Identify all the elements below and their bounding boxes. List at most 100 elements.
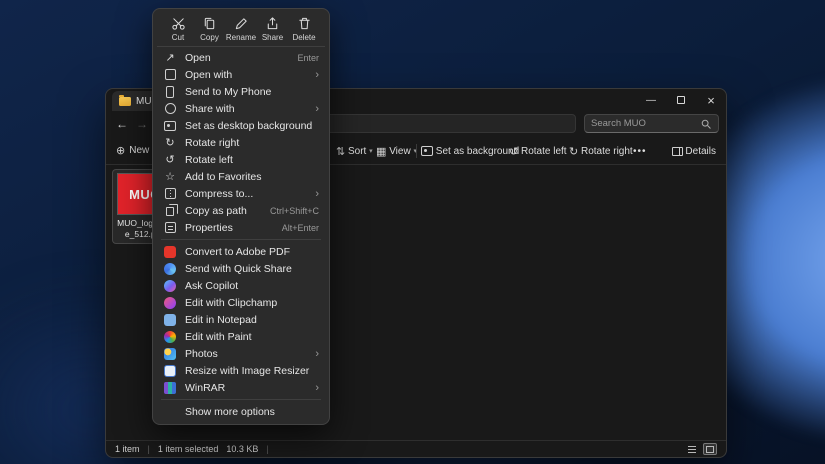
menu-item-copy-as-path[interactable]: Copy as path Ctrl+Shift+C bbox=[157, 202, 325, 219]
rotate-right-icon: ↻ bbox=[569, 145, 578, 158]
menu-item-show-more-options[interactable]: Show more options bbox=[157, 403, 325, 420]
menu-item-rotate-left[interactable]: ↺ Rotate left bbox=[157, 151, 325, 168]
menu-item-convert-to-adobe-pdf[interactable]: Convert to Adobe PDF bbox=[157, 243, 325, 260]
properties-icon bbox=[163, 221, 177, 235]
search-box[interactable]: Search MUO bbox=[584, 114, 719, 133]
toolbar-divider bbox=[412, 137, 421, 165]
details-pane-icon bbox=[672, 147, 683, 156]
status-divider: | bbox=[148, 444, 150, 454]
open-icon: ↗ bbox=[163, 51, 177, 65]
cut-icon bbox=[171, 16, 186, 31]
sort-button[interactable]: ⇅ Sort ▾ bbox=[336, 137, 373, 165]
rotate-left-button[interactable]: ↺ Rotate left bbox=[509, 137, 567, 165]
view-icon: ▦ bbox=[376, 145, 386, 158]
menu-separator bbox=[161, 399, 321, 400]
menu-item-photos[interactable]: Photos › bbox=[157, 345, 325, 362]
thumbnail-view-toggle[interactable] bbox=[703, 443, 717, 455]
sort-icon: ⇅ bbox=[336, 145, 345, 158]
phone-icon bbox=[163, 85, 177, 99]
delete-label: Delete bbox=[292, 33, 315, 42]
menu-item-edit-with-paint[interactable]: Edit with Paint bbox=[157, 328, 325, 345]
rotate-right-icon: ↻ bbox=[163, 136, 177, 150]
search-icon bbox=[700, 118, 712, 130]
adobe-pdf-icon bbox=[163, 245, 177, 259]
copy-icon bbox=[202, 16, 217, 31]
menu-item-rotate-right[interactable]: ↻ Rotate right bbox=[157, 134, 325, 151]
maximize-button[interactable] bbox=[666, 89, 696, 111]
rename-button[interactable]: Rename bbox=[226, 16, 256, 42]
rotate-left-label: Rotate left bbox=[521, 146, 567, 157]
desktop: MUO — × ← → Search MUO ⊕ New ▾ bbox=[0, 0, 825, 464]
rename-label: Rename bbox=[226, 33, 256, 42]
more-options-button[interactable]: ••• bbox=[633, 137, 647, 165]
details-view-toggle[interactable] bbox=[685, 443, 699, 455]
forward-button[interactable]: → bbox=[132, 117, 152, 131]
details-pane-button[interactable]: Details bbox=[672, 137, 716, 165]
share-with-icon bbox=[163, 102, 177, 116]
back-button[interactable]: ← bbox=[112, 117, 132, 131]
menu-item-properties[interactable]: Properties Alt+Enter bbox=[157, 219, 325, 236]
menu-item-send-with-quick-share[interactable]: Send with Quick Share bbox=[157, 260, 325, 277]
zip-icon bbox=[163, 187, 177, 201]
wallpaper-icon bbox=[163, 119, 177, 133]
status-bar: 1 item | 1 item selected 10.3 KB | bbox=[106, 440, 726, 457]
new-label: New bbox=[129, 145, 149, 156]
rotate-right-button[interactable]: ↻ Rotate right bbox=[569, 137, 633, 165]
window-controls: — × bbox=[636, 89, 726, 111]
minimize-button[interactable]: — bbox=[636, 89, 666, 111]
copy-label: Copy bbox=[200, 33, 219, 42]
maximize-icon bbox=[677, 96, 685, 104]
menu-item-share-with[interactable]: Share with › bbox=[157, 100, 325, 117]
image-resizer-icon bbox=[163, 364, 177, 378]
details-label: Details bbox=[685, 146, 716, 157]
menu-item-compress-to[interactable]: Compress to... › bbox=[157, 185, 325, 202]
copilot-icon bbox=[163, 279, 177, 293]
shortcut-hint: Enter bbox=[297, 53, 319, 63]
rotate-left-icon: ↺ bbox=[163, 153, 177, 167]
menu-item-edit-with-clipchamp[interactable]: Edit with Clipchamp bbox=[157, 294, 325, 311]
cut-label: Cut bbox=[172, 33, 184, 42]
view-toggles bbox=[685, 443, 717, 455]
delete-button[interactable]: Delete bbox=[289, 16, 319, 42]
view-button[interactable]: ▦ View ▾ bbox=[376, 137, 417, 165]
menu-item-edit-in-notepad[interactable]: Edit in Notepad bbox=[157, 311, 325, 328]
menu-item-ask-copilot[interactable]: Ask Copilot bbox=[157, 277, 325, 294]
rename-icon bbox=[234, 16, 249, 31]
status-divider: | bbox=[266, 444, 268, 454]
chevron-down-icon: ▾ bbox=[369, 147, 373, 155]
photos-icon bbox=[163, 347, 177, 361]
cut-button[interactable]: Cut bbox=[163, 16, 193, 42]
menu-item-open-with[interactable]: Open with › bbox=[157, 66, 325, 83]
close-button[interactable]: × bbox=[696, 89, 726, 111]
menu-item-winrar[interactable]: WinRAR › bbox=[157, 379, 325, 396]
quick-actions-row: Cut Copy Rename Share bbox=[157, 13, 325, 47]
delete-icon bbox=[297, 16, 312, 31]
share-label: Share bbox=[262, 33, 283, 42]
menu-item-resize-with-image-resizer[interactable]: Resize with Image Resizer bbox=[157, 362, 325, 379]
open-with-icon bbox=[163, 68, 177, 82]
menu-separator bbox=[161, 239, 321, 240]
menu-item-add-to-favorites[interactable]: ☆ Add to Favorites bbox=[157, 168, 325, 185]
copy-path-icon bbox=[163, 204, 177, 218]
sort-label: Sort bbox=[348, 146, 366, 157]
shortcut-hint: Alt+Enter bbox=[282, 223, 319, 233]
set-as-background-button[interactable]: Set as background bbox=[421, 137, 519, 165]
view-label: View bbox=[389, 146, 411, 157]
menu-item-send-to-my-phone[interactable]: Send to My Phone bbox=[157, 83, 325, 100]
selection-count: 1 item selected bbox=[158, 444, 219, 454]
minimize-icon: — bbox=[646, 95, 656, 106]
item-count: 1 item bbox=[115, 444, 140, 454]
search-input[interactable]: Search MUO bbox=[591, 118, 700, 129]
copy-button[interactable]: Copy bbox=[195, 16, 225, 42]
rotate-right-label: Rotate right bbox=[581, 146, 633, 157]
menu-item-open[interactable]: ↗ Open Enter bbox=[157, 49, 325, 66]
rotate-left-icon: ↺ bbox=[509, 145, 518, 158]
clipchamp-icon bbox=[163, 296, 177, 310]
ellipsis-icon: ••• bbox=[633, 146, 647, 157]
menu-item-set-as-desktop-background[interactable]: Set as desktop background bbox=[157, 117, 325, 134]
notepad-icon bbox=[163, 313, 177, 327]
share-button[interactable]: Share bbox=[258, 16, 288, 42]
submenu-arrow-icon: › bbox=[315, 348, 319, 360]
image-icon bbox=[421, 146, 433, 156]
quick-share-icon bbox=[163, 262, 177, 276]
